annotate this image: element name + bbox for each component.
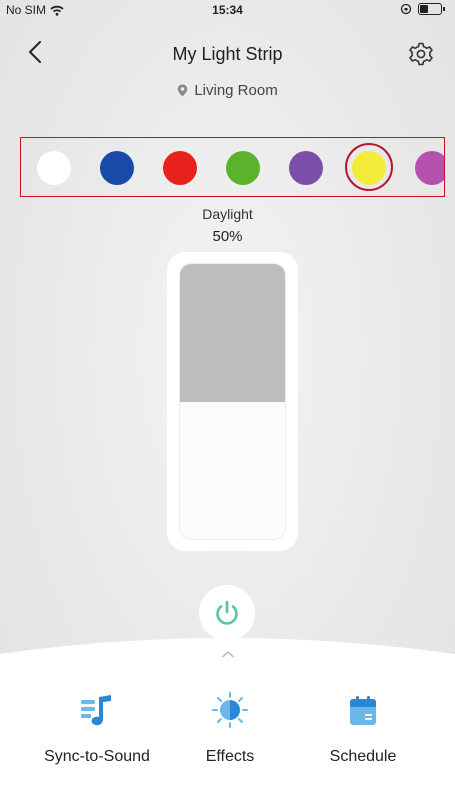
preset-name: Daylight xyxy=(202,206,253,222)
tab-sync-to-sound[interactable]: Sync-to-Sound xyxy=(32,692,162,766)
status-bar: No SIM 15:34 xyxy=(0,0,455,20)
orientation-lock-icon xyxy=(400,3,412,15)
bottom-panel: Sync-to-Sound Effects Schedule xyxy=(0,630,455,788)
effects-icon xyxy=(212,692,248,728)
header: My Light Strip Living Room xyxy=(0,30,455,99)
tab-label: Sync-to-Sound xyxy=(44,748,150,765)
color-swatch[interactable] xyxy=(289,151,323,185)
tab-schedule[interactable]: Schedule xyxy=(298,692,428,766)
chevron-up-icon[interactable] xyxy=(221,650,235,658)
location-label: Living Room xyxy=(0,82,455,99)
power-icon xyxy=(216,600,238,625)
color-swatch[interactable] xyxy=(226,151,260,185)
color-swatch[interactable] xyxy=(100,151,134,185)
color-swatch[interactable] xyxy=(37,151,71,185)
color-preset-row xyxy=(20,137,445,197)
tab-label: Effects xyxy=(205,748,255,765)
settings-gear-icon[interactable] xyxy=(407,40,435,68)
music-note-icon xyxy=(81,695,111,726)
brightness-slider[interactable] xyxy=(167,252,298,551)
location-pin-icon xyxy=(178,84,188,97)
battery-cap xyxy=(443,7,445,11)
color-swatch[interactable] xyxy=(163,151,197,185)
clock: 15:34 xyxy=(212,3,243,17)
tab-label: Schedule xyxy=(329,748,397,765)
brightness-unfilled-portion xyxy=(180,264,285,402)
location-text: Living Room xyxy=(194,82,278,99)
color-swatch[interactable] xyxy=(415,151,444,185)
battery-icon xyxy=(418,3,442,15)
calendar-icon xyxy=(350,696,376,725)
brightness-value: 50% xyxy=(212,228,243,245)
page-title: My Light Strip xyxy=(172,44,283,64)
tab-effects[interactable]: Effects xyxy=(165,692,295,766)
brightness-track[interactable] xyxy=(179,263,286,540)
selected-swatch-ring xyxy=(345,143,393,191)
status-icons xyxy=(400,3,445,15)
